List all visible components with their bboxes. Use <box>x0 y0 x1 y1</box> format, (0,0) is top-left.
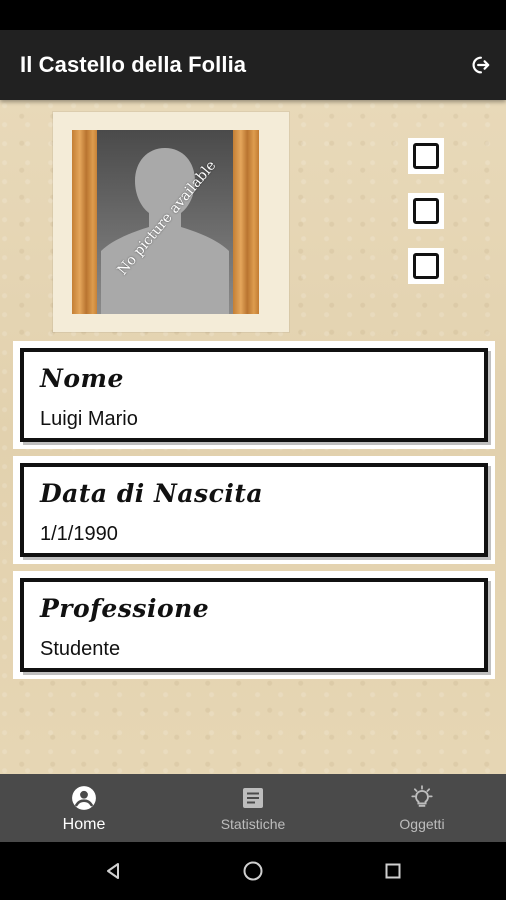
system-navigation-bar <box>0 842 506 900</box>
list-document-icon <box>239 784 267 812</box>
field-value: Studente <box>40 638 121 660</box>
field-label: Data di Nascita <box>40 479 264 508</box>
nav-label: Statistiche <box>220 816 286 832</box>
app-bar: Il Castello della Follia <box>0 30 506 100</box>
checkbox-box <box>413 143 439 169</box>
back-triangle-icon <box>107 863 119 879</box>
home-circle-icon <box>243 861 263 881</box>
account-circle-icon <box>70 784 98 812</box>
logout-icon <box>472 56 490 74</box>
nav-home[interactable]: Home <box>0 774 168 842</box>
profile-screen: No picture available Nome Luigi Mario Da… <box>0 100 506 774</box>
checkbox-group <box>408 138 444 288</box>
field-label: Professione <box>40 594 210 623</box>
field-label: Nome <box>40 364 124 393</box>
frame-border-right <box>233 130 259 314</box>
app-title: Il Castello della Follia <box>20 52 247 77</box>
card-border: Professione Studente <box>20 578 488 672</box>
recents-square-icon <box>385 863 401 879</box>
profile-photo-frame: No picture available <box>53 112 289 332</box>
frame-border-left <box>72 130 98 314</box>
checkbox-box <box>413 198 439 224</box>
checkbox-3[interactable] <box>408 248 444 284</box>
nav-label: Oggetti <box>399 816 445 832</box>
field-value: 1/1/1990 <box>40 523 118 545</box>
field-card-nome: Nome Luigi Mario <box>13 341 495 449</box>
status-bar <box>0 0 506 30</box>
back-button[interactable] <box>100 858 126 884</box>
home-button[interactable] <box>240 858 266 884</box>
profile-photo[interactable]: No picture available <box>97 130 234 314</box>
nav-label: Home <box>62 816 106 833</box>
card-border: Nome Luigi Mario <box>20 348 488 442</box>
nav-oggetti[interactable]: Oggetti <box>338 774 506 842</box>
card-border: Data di Nascita 1/1/1990 <box>20 463 488 557</box>
lightbulb-icon <box>408 784 436 812</box>
checkbox-box <box>413 253 439 279</box>
field-value: Luigi Mario <box>40 408 138 430</box>
field-card-data-di-nascita: Data di Nascita 1/1/1990 <box>13 456 495 564</box>
bottom-navigation: Home Statistiche Oggetti <box>0 774 506 842</box>
checkbox-1[interactable] <box>408 138 444 174</box>
field-card-professione: Professione Studente <box>13 571 495 679</box>
recents-button[interactable] <box>380 858 406 884</box>
checkbox-2[interactable] <box>408 193 444 229</box>
nav-statistiche[interactable]: Statistiche <box>169 774 337 842</box>
logout-button[interactable] <box>466 51 494 79</box>
